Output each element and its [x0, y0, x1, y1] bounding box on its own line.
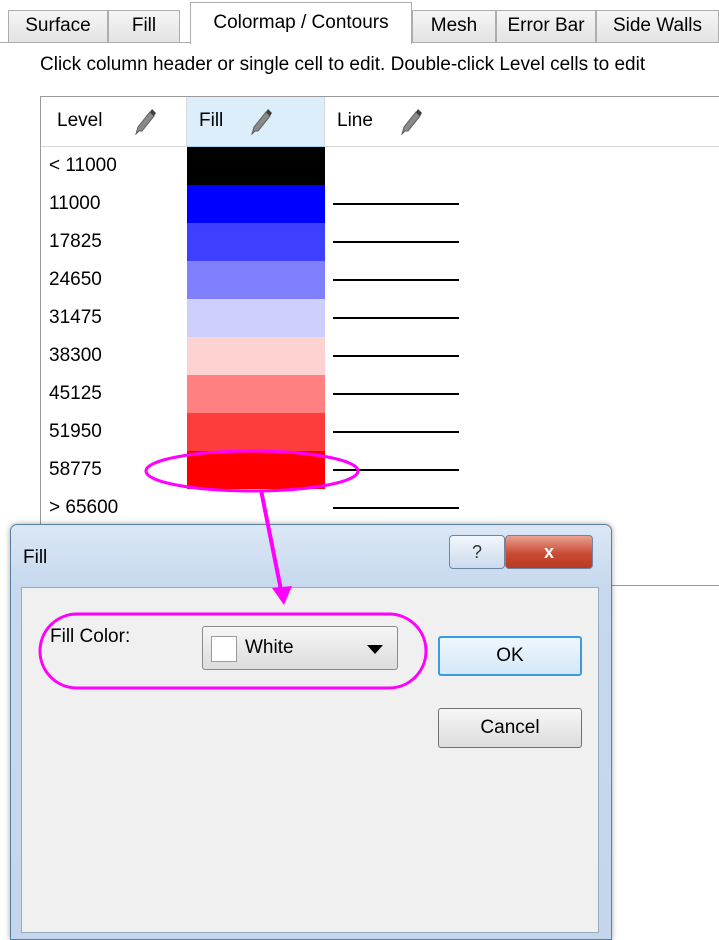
- dialog-body: Fill Color: White OK Cancel: [21, 587, 599, 933]
- fill-color-dropdown[interactable]: White: [202, 626, 398, 670]
- column-header-label: Line: [337, 110, 373, 131]
- line-style-cell[interactable]: [333, 393, 459, 395]
- chevron-down-icon: [367, 645, 383, 654]
- fill-color-cell[interactable]: [187, 489, 325, 527]
- column-header-level[interactable]: Level: [41, 97, 187, 147]
- level-cell[interactable]: 24650: [49, 261, 102, 299]
- cancel-button[interactable]: Cancel: [438, 708, 582, 748]
- instruction-text: Click column header or single cell to ed…: [40, 54, 646, 75]
- color-swatch: [211, 636, 237, 662]
- dialog-title: Fill: [23, 547, 48, 568]
- column-header-line[interactable]: Line: [325, 97, 719, 147]
- line-style-cell[interactable]: [333, 355, 459, 357]
- help-button[interactable]: ?: [449, 535, 505, 569]
- fill-color-value: White: [245, 637, 294, 658]
- line-style-cell[interactable]: [333, 317, 459, 319]
- fill-color-cell[interactable]: [187, 223, 325, 261]
- ok-button[interactable]: OK: [438, 636, 582, 676]
- line-style-cell[interactable]: [333, 431, 459, 433]
- line-style-cell[interactable]: [333, 241, 459, 243]
- line-style-cell[interactable]: [333, 469, 459, 471]
- pencil-icon[interactable]: [249, 107, 275, 135]
- column-header-label: Fill: [199, 110, 224, 131]
- colormap-grid: Level Fill Line < 11000 11000 17825 24650 31…: [40, 96, 719, 586]
- level-cell[interactable]: 11000: [49, 185, 100, 223]
- level-cell[interactable]: 17825: [49, 223, 102, 261]
- tab-surface[interactable]: Surface: [8, 10, 108, 42]
- fill-color-cell[interactable]: [187, 375, 325, 413]
- line-style-cell[interactable]: [333, 279, 459, 281]
- fill-dialog: Fill ? x Fill Color: White OK Cancel: [10, 524, 612, 940]
- line-style-cell[interactable]: [333, 507, 459, 509]
- fill-color-cell[interactable]: [187, 299, 325, 337]
- fill-color-cell[interactable]: [187, 261, 325, 299]
- pencil-icon[interactable]: [133, 107, 159, 135]
- fill-color-cell[interactable]: [187, 413, 325, 451]
- column-header-fill[interactable]: Fill: [187, 97, 325, 147]
- fill-color-cell[interactable]: [187, 147, 325, 185]
- level-cell[interactable]: 45125: [49, 375, 102, 413]
- tab-error-bar[interactable]: Error Bar: [496, 10, 596, 42]
- column-header-label: Level: [57, 110, 103, 131]
- tab-mesh[interactable]: Mesh: [412, 10, 496, 42]
- fill-color-cell[interactable]: [187, 451, 325, 489]
- fill-color-label: Fill Color:: [50, 626, 131, 647]
- level-cell[interactable]: < 11000: [49, 147, 117, 185]
- level-cell[interactable]: 51950: [49, 413, 102, 451]
- level-cell[interactable]: 38300: [49, 337, 102, 375]
- pencil-icon[interactable]: [399, 107, 425, 135]
- level-cell[interactable]: > 65600: [49, 489, 118, 527]
- tab-strip: Surface Fill Colormap / Contours Mesh Er…: [0, 0, 719, 44]
- tab-colormap-contours[interactable]: Colormap / Contours: [190, 2, 412, 44]
- line-style-cell[interactable]: [333, 203, 459, 205]
- level-cell[interactable]: 58775: [49, 451, 102, 489]
- fill-color-cell[interactable]: [187, 185, 325, 223]
- fill-color-cell[interactable]: [187, 337, 325, 375]
- close-button[interactable]: x: [505, 535, 593, 569]
- level-cell[interactable]: 31475: [49, 299, 102, 337]
- tab-fill[interactable]: Fill: [108, 10, 180, 42]
- tab-side-walls[interactable]: Side Walls: [596, 10, 719, 42]
